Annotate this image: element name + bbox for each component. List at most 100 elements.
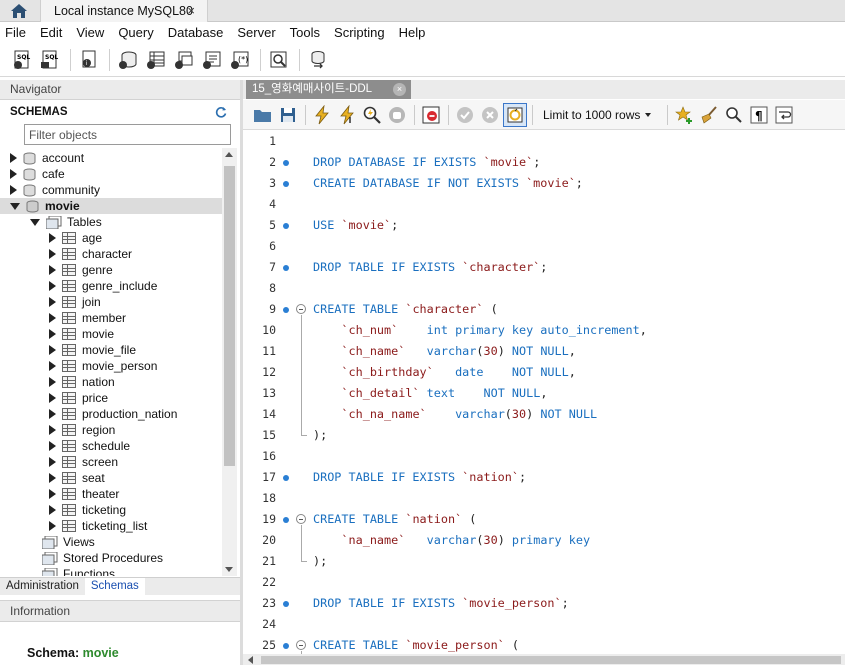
tree-table-price[interactable]: price [49, 390, 108, 406]
sql-editor[interactable]: 1 2 DROP DATABASE IF EXISTS `movie`; 3 CREAT… [243, 131, 845, 654]
tree-schema-cafe[interactable]: cafe [10, 166, 65, 182]
toggle-word-wrap-button[interactable] [772, 103, 796, 127]
menu-query[interactable]: Query [111, 22, 160, 43]
add-snippet-button[interactable] [672, 103, 696, 127]
code-line[interactable]: 5 USE `movie`; [243, 215, 845, 236]
open-sql-script-button[interactable]: SQL [37, 47, 63, 73]
expand-icon[interactable] [49, 281, 56, 291]
tree-schema-community[interactable]: community [10, 182, 100, 198]
code-line[interactable]: 7 DROP TABLE IF EXISTS `character`; [243, 257, 845, 278]
code-line[interactable]: 23 DROP TABLE IF EXISTS `movie_person`; [243, 593, 845, 614]
code-line[interactable]: 22 [243, 572, 845, 593]
toggle-error-button[interactable] [419, 103, 443, 127]
code-line[interactable]: 15); [243, 425, 845, 446]
expand-icon[interactable] [10, 153, 17, 163]
tree-table-movie[interactable]: movie [49, 326, 114, 342]
new-sql-tab-button[interactable]: SQL [9, 47, 35, 73]
tree-table-movie_person[interactable]: movie_person [49, 358, 157, 374]
save-script-button[interactable] [276, 103, 300, 127]
tree-folder-stored-procedures[interactable]: Stored Procedures [42, 550, 163, 566]
expand-icon[interactable] [49, 377, 56, 387]
code-line[interactable]: 25 CREATE TABLE `movie_person` ( [243, 635, 845, 654]
code-line[interactable]: 4 [243, 194, 845, 215]
tree-table-production_nation[interactable]: production_nation [49, 406, 177, 422]
scroll-left-icon[interactable] [248, 656, 253, 664]
expand-icon[interactable] [10, 169, 17, 179]
code-line[interactable]: 16 [243, 446, 845, 467]
code-line[interactable]: 6 [243, 236, 845, 257]
code-line[interactable]: 2 DROP DATABASE IF EXISTS `movie`; [243, 152, 845, 173]
scroll-up-icon[interactable] [225, 152, 233, 157]
create-view-button[interactable] [171, 47, 197, 73]
scrollbar-thumb[interactable] [261, 656, 841, 664]
close-editor-tab-icon[interactable]: × [393, 83, 406, 96]
search-table-data-button[interactable] [266, 47, 292, 73]
expand-icon[interactable] [49, 265, 56, 275]
expand-icon[interactable] [49, 233, 56, 243]
expand-icon[interactable] [10, 185, 17, 195]
code-line[interactable]: 21); [243, 551, 845, 572]
execute-all-button[interactable] [310, 103, 334, 127]
tree-table-join[interactable]: join [49, 294, 101, 310]
scrollbar-thumb[interactable] [224, 166, 235, 466]
inspector-button[interactable]: i [76, 47, 102, 73]
code-line[interactable]: 11 `ch_name` varchar(30) NOT NULL, [243, 341, 845, 362]
tree-table-age[interactable]: age [49, 230, 102, 246]
code-line[interactable]: 9 CREATE TABLE `character` ( [243, 299, 845, 320]
menu-view[interactable]: View [69, 22, 111, 43]
fold-toggle-icon[interactable] [296, 304, 306, 314]
tree-table-seat[interactable]: seat [49, 470, 105, 486]
scroll-down-icon[interactable] [225, 567, 233, 572]
editor-horizontal-scrollbar[interactable] [243, 654, 845, 665]
create-function-button[interactable]: (*) [227, 47, 253, 73]
tab-administration[interactable]: Administration [0, 578, 85, 595]
stop-button[interactable] [385, 103, 409, 127]
code-line[interactable]: 3 CREATE DATABASE IF NOT EXISTS `movie`; [243, 173, 845, 194]
tree-table-theater[interactable]: theater [49, 486, 119, 502]
expand-icon[interactable] [49, 313, 56, 323]
create-schema-button[interactable] [115, 47, 141, 73]
code-line[interactable]: 10 `ch_num` int primary key auto_increme… [243, 320, 845, 341]
expand-icon[interactable] [49, 521, 56, 531]
tree-schema-account[interactable]: account [10, 150, 84, 166]
tree-table-ticketing_list[interactable]: ticketing_list [49, 518, 147, 534]
tree-table-ticketing[interactable]: ticketing [49, 502, 126, 518]
tree-schema-selected[interactable]: movie [0, 198, 222, 214]
code-line[interactable]: 12 `ch_birthday` date NOT NULL, [243, 362, 845, 383]
code-line[interactable]: 20 `na_name` varchar(30) primary key [243, 530, 845, 551]
tree-table-schedule[interactable]: schedule [49, 438, 130, 454]
expand-icon[interactable] [49, 393, 56, 403]
tree-folder-views[interactable]: Views [42, 534, 95, 550]
fold-toggle-icon[interactable] [296, 514, 306, 524]
collapse-icon[interactable] [30, 218, 40, 226]
editor-tab-ddl[interactable]: 15_영화예매사이트-DDL × [246, 80, 411, 99]
menu-help[interactable]: Help [392, 22, 433, 43]
create-table-button[interactable] [143, 47, 169, 73]
expand-icon[interactable] [49, 441, 56, 451]
explain-button[interactable] [360, 103, 384, 127]
fold-toggle-icon[interactable] [296, 640, 306, 650]
code-line[interactable]: 17 DROP TABLE IF EXISTS `nation`; [243, 467, 845, 488]
auto-commit-toggle[interactable] [503, 102, 527, 127]
code-line[interactable]: 1 [243, 131, 845, 152]
menu-database[interactable]: Database [161, 22, 231, 43]
rollback-button[interactable] [478, 103, 502, 127]
expand-icon[interactable] [49, 473, 56, 483]
open-file-button[interactable] [251, 103, 275, 127]
schema-tree-scrollbar[interactable] [222, 148, 237, 576]
commit-button[interactable] [453, 103, 477, 127]
expand-icon[interactable] [49, 457, 56, 467]
expand-icon[interactable] [49, 489, 56, 499]
toggle-invisible-chars-button[interactable]: ¶ [747, 103, 771, 127]
limit-rows-select[interactable]: Limit to 1000 rows [539, 105, 657, 125]
code-line[interactable]: 19 CREATE TABLE `nation` ( [243, 509, 845, 530]
expand-icon[interactable] [49, 329, 56, 339]
menu-server[interactable]: Server [230, 22, 282, 43]
expand-icon[interactable] [49, 297, 56, 307]
code-line[interactable]: 14 `ch_na_name` varchar(30) NOT NULL [243, 404, 845, 425]
close-connection-tab-icon[interactable]: × [187, 3, 195, 18]
menu-edit[interactable]: Edit [33, 22, 69, 43]
menu-scripting[interactable]: Scripting [327, 22, 392, 43]
collapse-icon[interactable] [10, 202, 20, 210]
code-line[interactable]: 18 [243, 488, 845, 509]
